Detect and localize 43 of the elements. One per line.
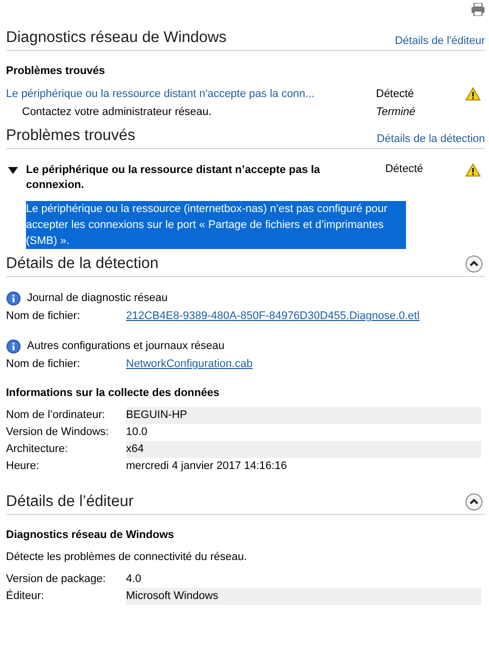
field-value: 10.0 (126, 425, 148, 440)
warning-icon (465, 87, 481, 101)
field-value: mercredi 4 janvier 2017 14:16:16 (126, 459, 288, 474)
field-label: Heure: (6, 459, 40, 474)
section-title: Détails de l’éditeur (6, 493, 134, 511)
publisher-name: Diagnostics réseau de Windows (6, 529, 175, 541)
field-label: Nom de fichier: (6, 358, 81, 370)
collapse-icon[interactable] (465, 255, 483, 273)
status-text: Terminé (376, 106, 416, 118)
field-value: BEGUIN-HP (126, 407, 481, 424)
status-text: Détecté (376, 88, 415, 100)
section-heading: Informations sur la collecte des données (6, 387, 220, 399)
file-title: Journal de diagnostic réseau (27, 292, 168, 304)
info-icon (6, 290, 21, 306)
section-title: Détails de la détection (6, 255, 159, 273)
info-icon (6, 338, 21, 354)
action-text: Contactez votre administrateur réseau. (21, 106, 213, 118)
field-label: Version de package: (6, 572, 107, 587)
detection-details-link[interactable]: Détails de la détection (376, 133, 485, 145)
expand-arrow-icon[interactable] (8, 167, 18, 175)
file-title: Autres configurations et journaux réseau (27, 340, 225, 352)
field-label: Nom de fichier: (6, 310, 81, 322)
field-value: x64 (126, 441, 481, 458)
field-value: 4.0 (126, 572, 142, 587)
field-label: Éditeur: (6, 588, 45, 604)
field-label: Nom de l’ordinateur: (6, 408, 106, 423)
problem-link[interactable]: Le périphérique ou la ressource distant n'accepte pas la conn... (6, 88, 376, 100)
collapse-icon[interactable] (465, 493, 483, 511)
section-heading: Problèmes trouvés (6, 65, 106, 77)
issue-description: Le périphérique ou la ressource (internetbox-nas) n’est pas configuré pour accepter les connexions sur le port « Partage de fichiers et d’imprimantes (SMB) ». (26, 201, 406, 249)
file-link[interactable]: NetworkConfiguration.cab (126, 358, 253, 370)
warning-icon (465, 163, 481, 177)
printer-icon[interactable] (471, 3, 485, 16)
field-label: Version de Windows: (6, 425, 110, 440)
publisher-description: Détecte les problèmes de connectivité du réseau. (6, 551, 248, 563)
section-title: Problèmes trouvés (6, 127, 136, 145)
issue-title: Le périphérique ou la ressource distant n’accepte pas la connexion. (26, 163, 322, 193)
field-value: Microsoft Windows (126, 588, 481, 605)
status-text: Détecté (385, 163, 424, 177)
file-link[interactable]: 212CB4E8-9389-480A-850F-84976D30D455.Diagnose.0.etl (126, 310, 420, 322)
field-label: Architecture: (6, 442, 69, 457)
publisher-details-link[interactable]: Détails de l'éditeur (394, 35, 485, 47)
section-title: Diagnostics réseau de Windows (6, 29, 227, 47)
